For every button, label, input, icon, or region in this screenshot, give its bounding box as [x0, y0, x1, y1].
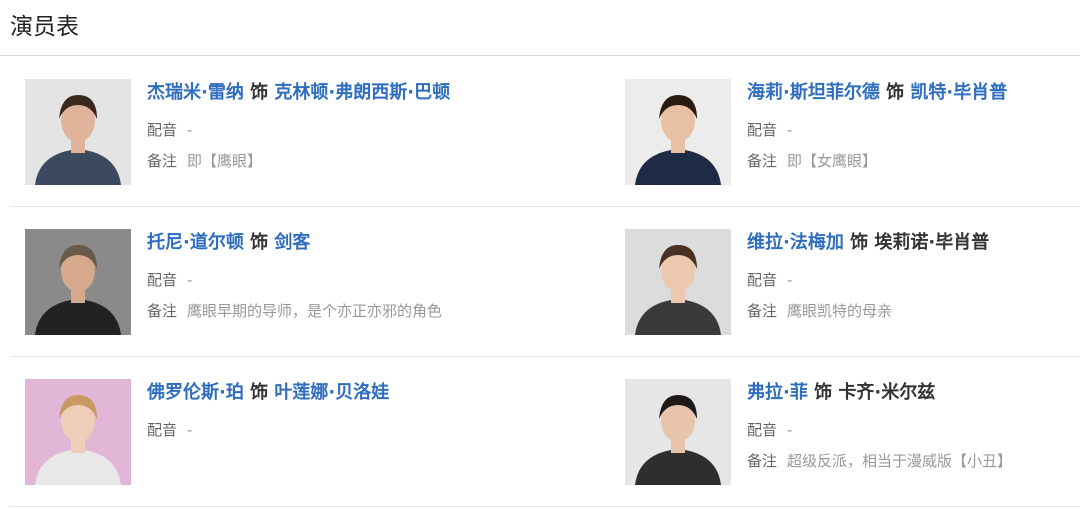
- actor-name-link[interactable]: 杰瑞米·雷纳: [147, 82, 244, 103]
- cast-name-line: 佛罗伦斯·珀 饰 叶莲娜·贝洛娃: [147, 380, 617, 406]
- role-name: 卡齐·米尔兹: [838, 382, 936, 403]
- portrait-image: [25, 379, 131, 485]
- dub-label: 配音: [747, 421, 778, 439]
- role-name[interactable]: 凯特·毕肖普: [910, 82, 1007, 103]
- note-line: 备注 超级反派，相当于漫威版【小丑】: [747, 450, 1080, 472]
- dub-line: 配音 -: [147, 419, 617, 441]
- note-value: 鹰眼早期的导师，是个亦正亦邪的角色: [187, 302, 443, 320]
- actor-photo[interactable]: [25, 79, 131, 185]
- dub-value: -: [787, 421, 793, 439]
- dub-label: 配音: [147, 121, 178, 139]
- as-label: 饰: [250, 382, 269, 403]
- cast-row: 杰瑞米·雷纳 饰 克林顿·弗朗西斯·巴顿 配音 - 备注 即【鹰眼】 海莉·斯坦菲尔…: [10, 56, 1080, 207]
- section-title: 演员表: [10, 13, 79, 40]
- dub-label: 配音: [747, 121, 778, 139]
- dub-value: -: [187, 271, 193, 289]
- note-label: 备注: [747, 452, 778, 470]
- portrait-image: [625, 379, 731, 485]
- portrait-image: [625, 229, 731, 335]
- note-label: 备注: [747, 302, 778, 320]
- dub-value: -: [787, 121, 793, 139]
- dub-line: 配音 -: [747, 419, 1080, 441]
- note-value: 即【鹰眼】: [187, 152, 263, 170]
- as-label: 饰: [814, 382, 833, 403]
- dub-value: -: [187, 121, 193, 139]
- role-name[interactable]: 叶莲娜·贝洛娃: [274, 382, 389, 403]
- cast-name-line: 托尼·道尔顿 饰 剑客: [147, 230, 617, 256]
- dub-line: 配音 -: [747, 119, 1080, 141]
- as-label: 饰: [886, 82, 905, 103]
- note-label: 备注: [747, 152, 778, 170]
- actor-name-link[interactable]: 佛罗伦斯·珀: [147, 382, 244, 403]
- role-name: 埃莉诺·毕肖普: [874, 232, 990, 253]
- portrait-image: [25, 229, 131, 335]
- note-line: 备注 鹰眼凯特的母亲: [747, 300, 1080, 322]
- dub-label: 配音: [147, 271, 178, 289]
- actor-name-link[interactable]: 海莉·斯坦菲尔德: [747, 82, 880, 103]
- dub-value: -: [787, 271, 793, 289]
- role-name[interactable]: 克林顿·弗朗西斯·巴顿: [274, 82, 450, 103]
- note-value: 鹰眼凯特的母亲: [787, 302, 893, 320]
- actor-name-link[interactable]: 托尼·道尔顿: [147, 232, 244, 253]
- cast-row: 托尼·道尔顿 饰 剑客 配音 - 备注 鹰眼早期的导师，是个亦正亦邪的角色 维拉·法…: [10, 206, 1080, 357]
- actor-name-link[interactable]: 弗拉·菲: [747, 382, 808, 403]
- dub-label: 配音: [147, 421, 178, 439]
- actor-name-link[interactable]: 维拉·法梅加: [747, 232, 844, 253]
- cast-section-header: 演员表: [0, 0, 1080, 56]
- actor-photo[interactable]: [625, 79, 731, 185]
- note-line: 备注 即【女鹰眼】: [747, 150, 1080, 172]
- cast-name-line: 弗拉·菲 饰 卡齐·米尔兹: [747, 380, 1080, 406]
- dub-value: -: [187, 421, 193, 439]
- as-label: 饰: [850, 232, 869, 253]
- note-value: 即【女鹰眼】: [787, 152, 878, 170]
- note-label: 备注: [147, 302, 178, 320]
- dub-line: 配音 -: [747, 269, 1080, 291]
- as-label: 饰: [250, 232, 269, 253]
- cast-list: 杰瑞米·雷纳 饰 克林顿·弗朗西斯·巴顿 配音 - 备注 即【鹰眼】 海莉·斯坦菲尔…: [0, 56, 1080, 508]
- actor-photo[interactable]: [625, 379, 731, 485]
- cast-name-line: 海莉·斯坦菲尔德 饰 凯特·毕肖普: [747, 80, 1080, 106]
- note-label: 备注: [147, 152, 178, 170]
- portrait-image: [625, 79, 731, 185]
- cast-name-line: 杰瑞米·雷纳 饰 克林顿·弗朗西斯·巴顿: [147, 80, 617, 106]
- dub-label: 配音: [747, 271, 778, 289]
- as-label: 饰: [250, 82, 269, 103]
- note-line: 备注 鹰眼早期的导师，是个亦正亦邪的角色: [147, 300, 617, 322]
- dub-line: 配音 -: [147, 269, 617, 291]
- portrait-image: [25, 79, 131, 185]
- cast-row: 佛罗伦斯·珀 饰 叶莲娜·贝洛娃 配音- 弗拉·菲 饰 卡齐·米尔兹 配音-: [10, 356, 1080, 507]
- dub-line: 配音 -: [147, 119, 617, 141]
- role-name[interactable]: 剑客: [274, 232, 310, 253]
- actor-photo[interactable]: [25, 379, 131, 485]
- note-line: 备注 即【鹰眼】: [147, 150, 617, 172]
- actor-photo[interactable]: [25, 229, 131, 335]
- cast-name-line: 维拉·法梅加 饰 埃莉诺·毕肖普: [747, 230, 1080, 256]
- actor-photo[interactable]: [625, 229, 731, 335]
- note-value: 超级反派，相当于漫威版【小丑】: [787, 452, 1013, 470]
